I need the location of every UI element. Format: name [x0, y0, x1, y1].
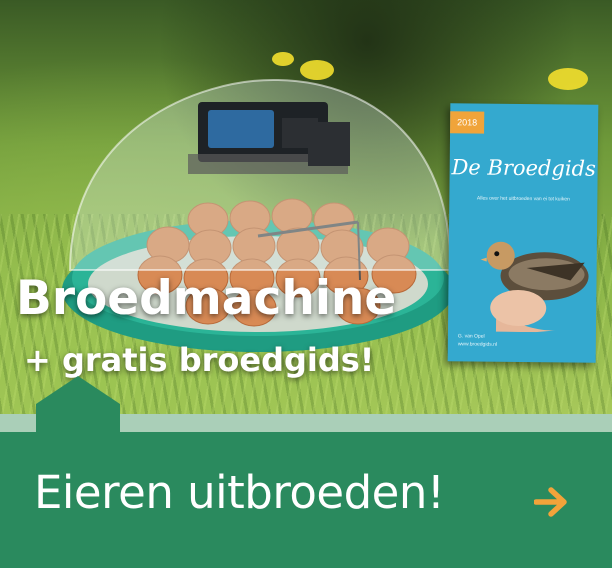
chick-image	[480, 241, 589, 333]
headline: Broedmachine	[16, 271, 397, 326]
booklet-year-badge: 2018	[450, 111, 485, 134]
cta-label: Eieren uitbroeden!	[34, 466, 445, 519]
dandelion-flower	[548, 68, 588, 90]
tab-notch	[36, 376, 120, 432]
booklet-author: G. van Opel	[457, 333, 485, 340]
arrow-right-icon	[534, 487, 567, 517]
promo-banner[interactable]: 2018 De Broedgids Alles over het uitbroe…	[0, 0, 612, 568]
dandelion-flower	[272, 52, 294, 66]
broedgids-booklet: 2018 De Broedgids Alles over het uitbroe…	[447, 103, 599, 363]
subheadline: + gratis broedgids!	[24, 341, 375, 379]
booklet-subtitle: Alles over het uitbroeden van ei tot kui…	[476, 195, 570, 203]
booklet-url: www.broedgids.nl	[457, 341, 498, 348]
booklet-title: De Broedgids	[451, 155, 596, 181]
